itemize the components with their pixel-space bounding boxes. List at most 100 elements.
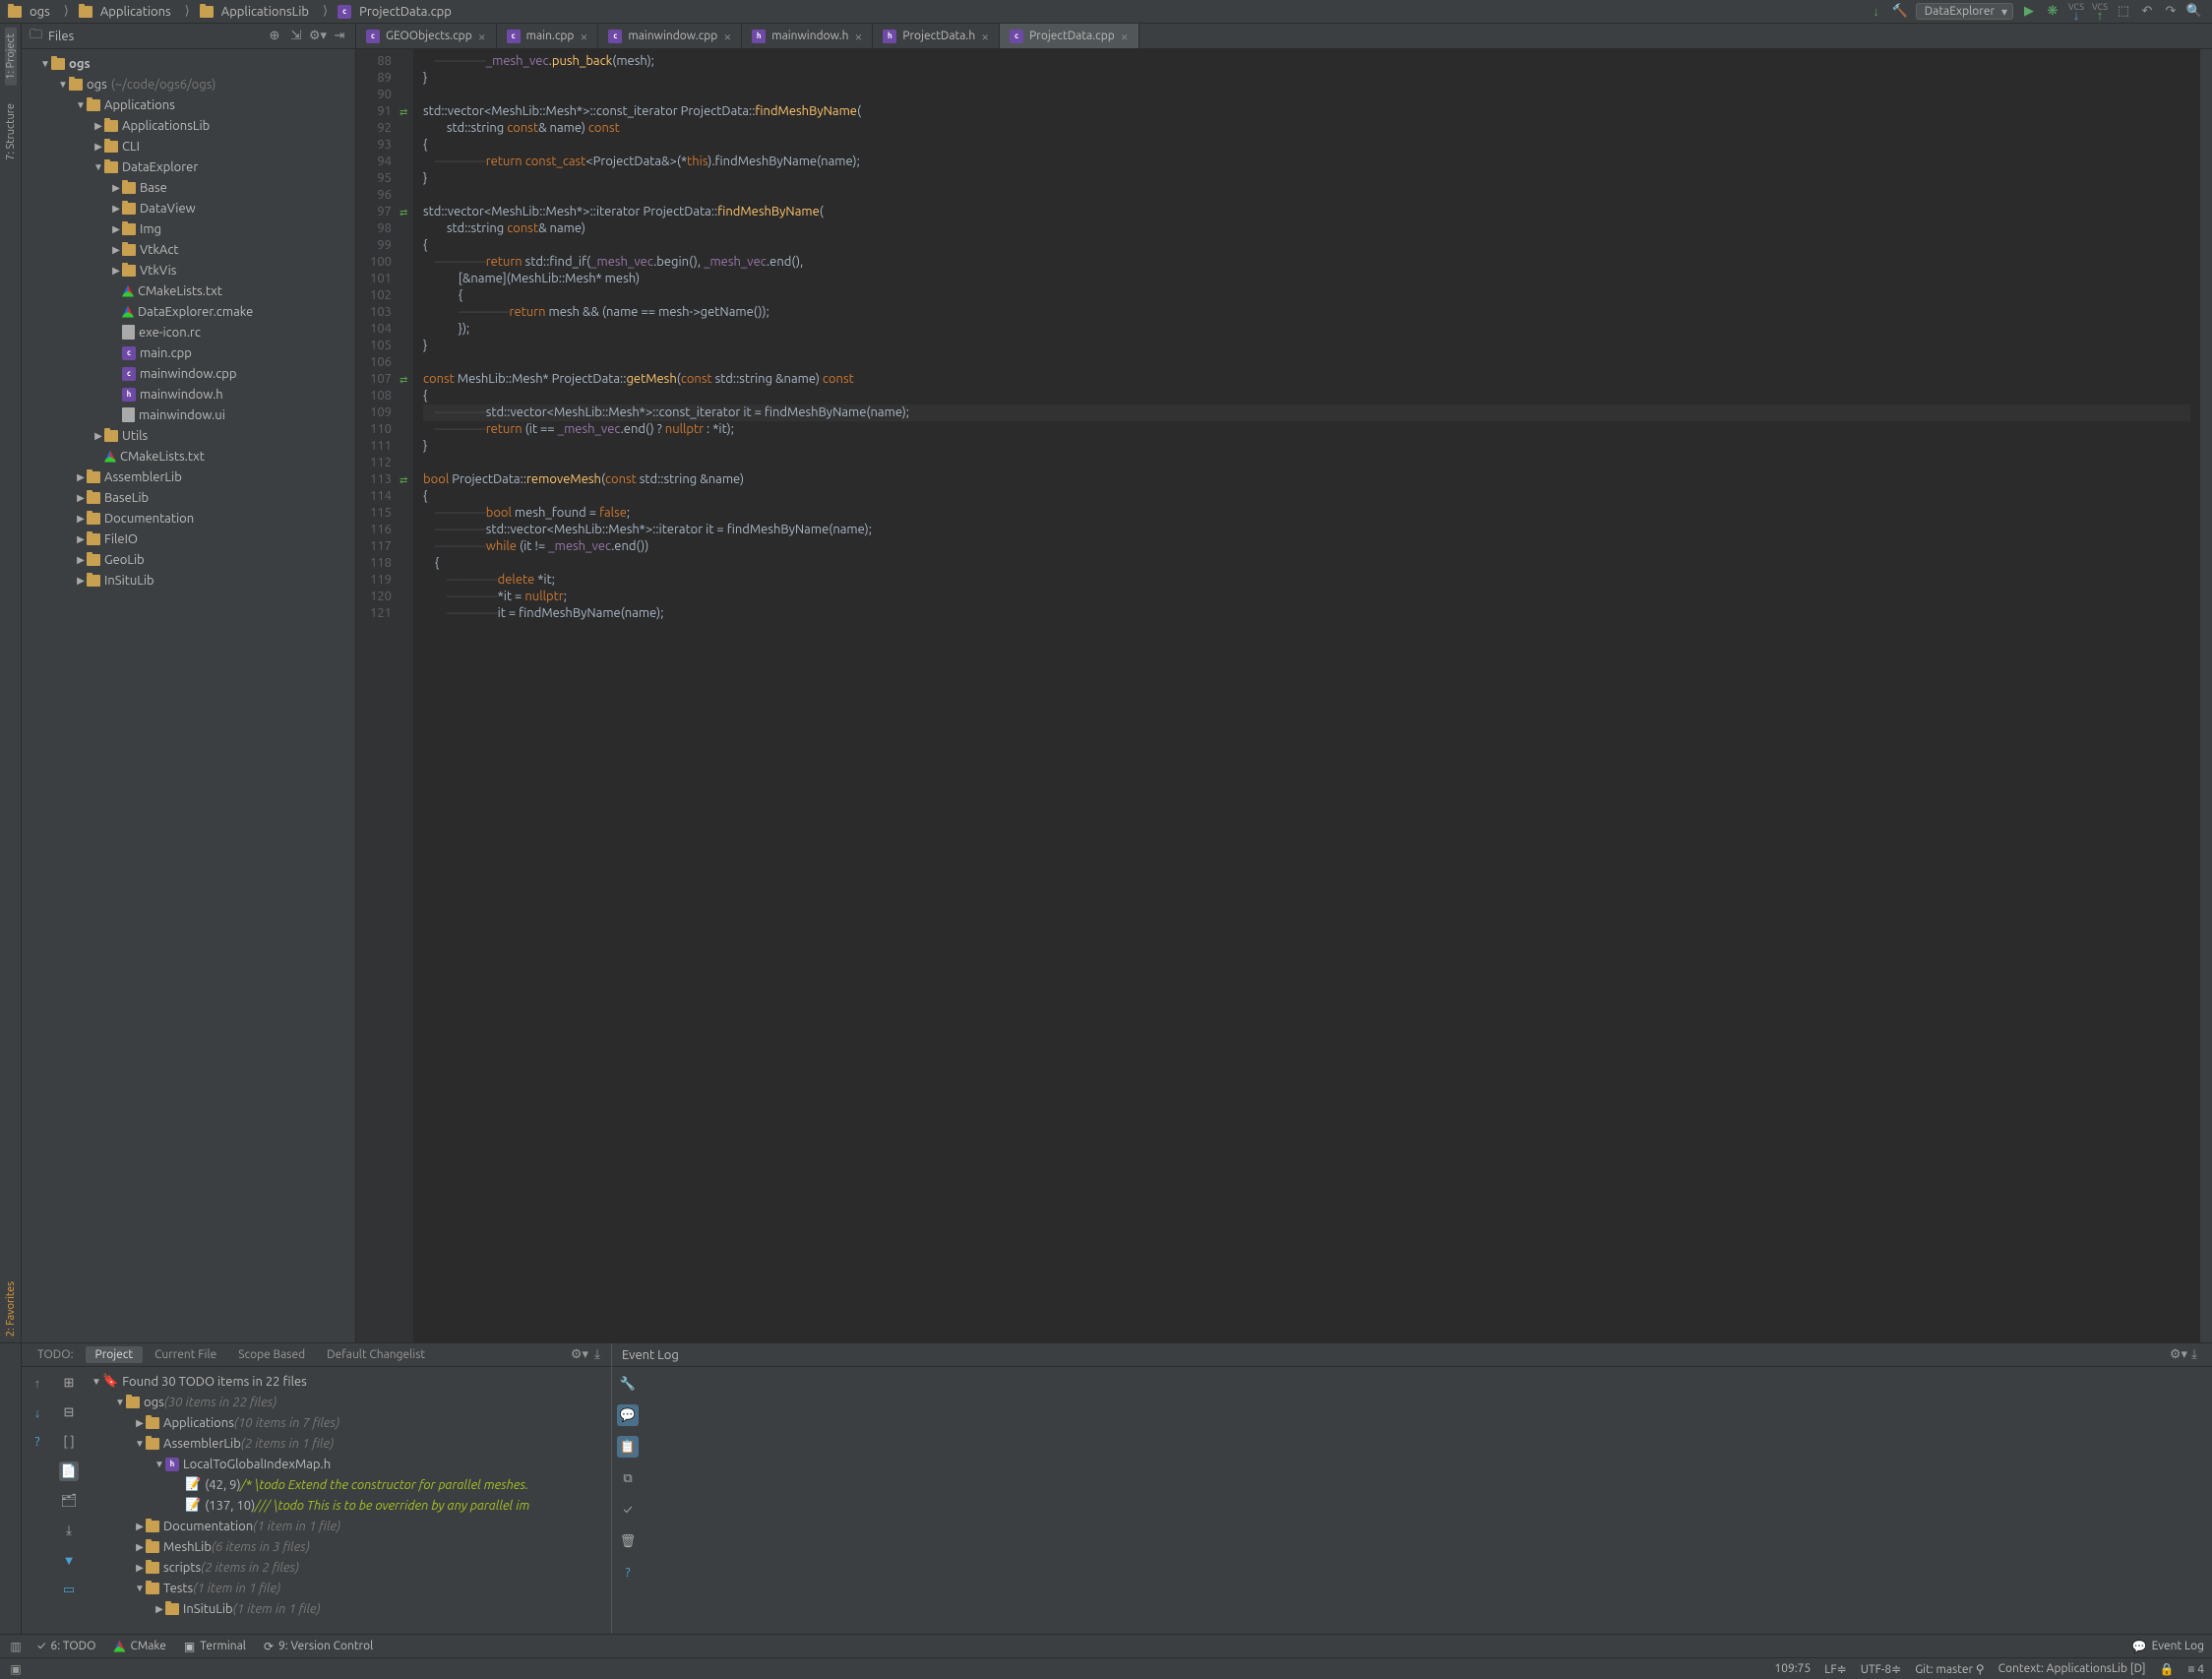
debug-button[interactable]: ❋ [2045,4,2060,20]
hide-icon[interactable]: ⇥ [332,29,347,44]
todo-item[interactable]: ▼AssemblerLib (2 items in 1 file) [85,1433,611,1454]
status-cmake[interactable]: CMake [113,1640,165,1652]
expand-arrow-icon[interactable]: ▶ [92,141,104,153]
copy-icon[interactable]: ⧉ [617,1467,639,1489]
editor-tab[interactable]: cGEOObjects.cpp× [356,24,497,48]
search-icon[interactable]: 🔍 [2186,4,2202,20]
tool-project[interactable]: 1: Project [5,28,17,86]
status-vcs[interactable]: ⟳ 9: Version Control [264,1640,373,1653]
expand-arrow-icon[interactable]: ▶ [75,471,87,483]
tree-item[interactable]: ▶Utils [22,425,355,446]
tree-item[interactable]: ▶VtkVis [22,260,355,280]
expand-arrow-icon[interactable]: ▶ [75,575,87,587]
tree-item[interactable]: ▶InSituLib [22,570,355,591]
expand-arrow-icon[interactable]: ▼ [57,79,69,91]
editor-tab[interactable]: cProjectData.cpp× [1000,24,1139,48]
gear-icon[interactable]: ⚙▾ [572,1347,587,1363]
expand-icon[interactable]: ⊞ [59,1373,79,1393]
todo-item[interactable]: 📝(137, 10) /// \todo This is to be overr… [85,1495,611,1516]
tree-item[interactable]: cmainwindow.cpp [22,363,355,384]
todo-item[interactable]: ▶Documentation (1 item in 1 file) [85,1516,611,1536]
redo-icon[interactable]: ↷ [2163,4,2179,20]
todo-item[interactable]: ▶MeshLib (6 items in 3 files) [85,1536,611,1557]
git-branch[interactable]: Git: master ⚲ [1915,1662,1984,1676]
tool-favorites[interactable]: 2: Favorites [5,1275,17,1342]
run-config-combo[interactable]: DataExplorer [1916,3,2013,20]
collapse-icon[interactable]: ⇲ [288,29,304,44]
mark-read-icon[interactable]: ✓ [617,1499,639,1521]
tree-item[interactable]: ▶DataView [22,198,355,218]
scope-icon[interactable]: [ ] [59,1432,79,1452]
breadcrumb-item[interactable]: ApplicationsLib [196,5,317,19]
tree-item[interactable]: ▼ogs(~/code/ogs6/ogs) [22,74,355,94]
close-icon[interactable]: × [981,29,989,44]
todo-tree[interactable]: ▼ 🔖 Found 30 TODO items in 22 files▼ogs … [85,1367,611,1634]
todo-item[interactable]: ▶InSituLib (1 item in 1 file) [85,1598,611,1619]
panel-tab[interactable]: Project [86,1346,144,1363]
log-icon[interactable]: 📋 [617,1436,639,1458]
tree-item[interactable]: hmainwindow.h [22,384,355,404]
breadcrumb[interactable]: ogs⟩Applications⟩ApplicationsLib⟩cProjec… [4,4,1869,19]
gear-icon[interactable]: ⤓ [589,1347,605,1363]
tree-item[interactable]: CMakeLists.txt [22,446,355,466]
breadcrumb-item[interactable]: cProjectData.cpp [334,5,460,19]
vcs-update-icon[interactable]: ↓ [2068,11,2084,21]
tree-item[interactable]: exe-icon.rc [22,322,355,342]
panel-tab[interactable]: Scope Based [228,1346,315,1363]
editor-tab[interactable]: hProjectData.h× [873,24,1000,48]
tree-item[interactable]: ▼ogs [22,53,355,74]
tree-item[interactable]: ▶ApplicationsLib [22,115,355,136]
todo-item[interactable]: ▶scripts (2 items in 2 files) [85,1557,611,1578]
tree-item[interactable]: ▶FileIO [22,529,355,549]
breadcrumb-item[interactable]: ogs [4,5,58,19]
expand-arrow-icon[interactable]: ▶ [110,265,122,277]
status-todo[interactable]: ✓ 6: TODO [37,1640,95,1652]
undo-icon[interactable]: ↶ [2139,4,2155,20]
lock-icon[interactable]: 🔒 [2160,1662,2175,1676]
line-ending[interactable]: LF≑ [1824,1662,1846,1676]
panel-toggle-icon[interactable]: ▥ [8,1639,24,1654]
breadcrumb-item[interactable]: Applications [75,5,179,19]
expand-arrow-icon[interactable]: ▼ [75,99,87,111]
tree-item[interactable]: ▶Documentation [22,508,355,529]
expand-arrow-icon[interactable]: ▼ [92,161,104,173]
tree-item[interactable]: DataExplorer.cmake [22,301,355,322]
expand-arrow-icon[interactable]: ▶ [75,513,87,525]
context[interactable]: Context: ApplicationsLib [D] [1998,1662,2146,1675]
locate-icon[interactable]: ⊕ [267,29,282,44]
expand-arrow-icon[interactable]: ▼ [39,58,51,70]
expand-arrow-icon[interactable]: ▶ [110,244,122,256]
vcs-down-icon[interactable]: ↓ [1869,4,1884,20]
encoding[interactable]: UTF-8≑ [1861,1662,1902,1676]
preview-icon[interactable]: ▭ [59,1580,79,1599]
todo-item[interactable]: ▶Applications (10 items in 7 files) [85,1412,611,1433]
expand-arrow-icon[interactable]: ▶ [92,120,104,132]
arrow-down-icon[interactable]: ↓ [28,1402,47,1422]
tree-item[interactable]: ▶AssemblerLib [22,466,355,487]
expand-arrow-icon[interactable]: ▶ [110,223,122,235]
hammer-icon[interactable]: 🔨 [1892,4,1908,20]
expand-arrow-icon[interactable]: ▶ [75,533,87,545]
problems[interactable]: ≡ 4 [2187,1662,2204,1676]
status-terminal[interactable]: ▣ Terminal [184,1640,246,1653]
code-editor[interactable]: ————_mesh_vec.push_back(mesh);} std::vec… [413,49,2200,1342]
tree-item[interactable]: ▶GeoLib [22,549,355,570]
balloon-icon[interactable]: 💬 [617,1404,639,1426]
group-icon[interactable]: 🗂 [59,1491,79,1511]
tree-item[interactable]: ▶Img [22,218,355,239]
close-icon[interactable]: × [854,29,862,44]
autoscroll-icon[interactable]: 📄 [59,1461,79,1481]
help-icon[interactable]: ? [28,1432,47,1452]
trash-icon[interactable]: 🗑 [617,1530,639,1552]
expand-arrow-icon[interactable]: ▶ [92,430,104,442]
editor-tab[interactable]: hmainwindow.h× [742,24,873,48]
tree-item[interactable]: ▶CLI [22,136,355,156]
todo-item[interactable]: ▼ogs (30 items in 22 files) [85,1392,611,1412]
tree-item[interactable]: ▶BaseLib [22,487,355,508]
vcs-commit-icon[interactable]: ↑ [2092,11,2108,21]
tree-item[interactable]: ▼DataExplorer [22,156,355,177]
tree-item[interactable]: ▶Base [22,177,355,198]
tree-item[interactable]: ▶VtkAct [22,239,355,260]
todo-item[interactable]: ▼hLocalToGlobalIndexMap.h [85,1454,611,1474]
expand-arrow-icon[interactable]: ▶ [110,182,122,194]
